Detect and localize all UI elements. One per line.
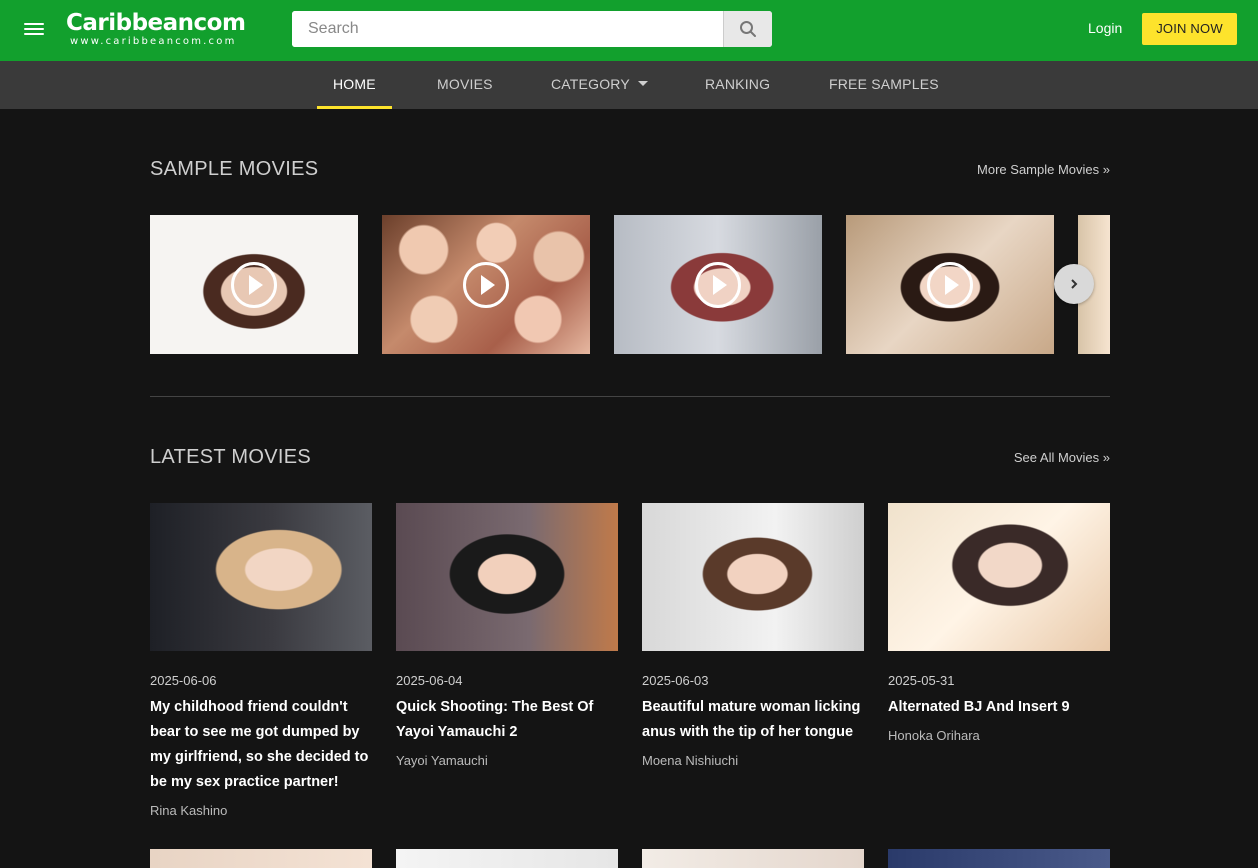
movie-title-block: Beautiful mature woman licking anus with… bbox=[642, 695, 864, 773]
play-circle-icon bbox=[695, 261, 741, 308]
caret-down-icon bbox=[637, 80, 648, 86]
sample-movie-thumb[interactable] bbox=[382, 215, 590, 354]
movie-title-block: Quick Shooting: The Best Of Yayoi Yamauc… bbox=[396, 695, 618, 773]
actress-name[interactable]: Honoka Orihara bbox=[888, 723, 1110, 748]
carousel-next-button[interactable] bbox=[1054, 264, 1094, 304]
nav-category[interactable]: CATEGORY bbox=[551, 61, 648, 109]
search-button[interactable] bbox=[723, 11, 772, 47]
actress-name[interactable]: Rina Kashino bbox=[150, 798, 372, 823]
see-all-movies-link[interactable]: See All Movies » bbox=[1014, 450, 1110, 465]
actress-name[interactable]: Moena Nishiuchi bbox=[642, 748, 864, 773]
logo-url: www.caribbeancom.com bbox=[70, 36, 237, 47]
movie-thumbnail[interactable] bbox=[642, 849, 864, 868]
nav-home[interactable]: HOME bbox=[317, 61, 392, 109]
hamburger-menu-icon[interactable] bbox=[24, 21, 44, 37]
movie-title[interactable]: Beautiful mature woman licking anus with… bbox=[642, 699, 860, 740]
movie-title-block: My childhood friend couldn't bear to see… bbox=[150, 695, 372, 823]
movie-date: 2025-05-31 bbox=[888, 673, 955, 688]
movie-title-block: Alternated BJ And Insert 9 Honoka Orihar… bbox=[888, 695, 1110, 748]
more-sample-movies-link[interactable]: More Sample Movies » bbox=[977, 162, 1110, 177]
sample-movies-title: SAMPLE MOVIES bbox=[150, 158, 319, 180]
movie-thumbnail[interactable] bbox=[888, 503, 1110, 651]
main-nav: HOME MOVIES CATEGORY RANKING FREE SAMPLE… bbox=[0, 61, 1258, 109]
movie-thumbnail[interactable] bbox=[888, 849, 1110, 868]
movie-date: 2025-06-04 bbox=[396, 673, 463, 688]
nav-ranking[interactable]: RANKING bbox=[705, 61, 770, 109]
section-divider bbox=[150, 396, 1110, 397]
login-link[interactable]: Login bbox=[1088, 20, 1122, 36]
play-circle-icon bbox=[927, 261, 973, 308]
latest-movies-title: LATEST MOVIES bbox=[150, 446, 311, 468]
nav-category-label: CATEGORY bbox=[551, 76, 630, 92]
actress-name[interactable]: Yayoi Yamauchi bbox=[396, 748, 618, 773]
movie-date: 2025-06-03 bbox=[642, 673, 709, 688]
nav-movies[interactable]: MOVIES bbox=[437, 61, 493, 109]
movie-thumbnail[interactable] bbox=[642, 503, 864, 651]
sample-movie-thumb[interactable] bbox=[846, 215, 1054, 354]
sample-movie-thumb[interactable] bbox=[150, 215, 358, 354]
search-bar bbox=[292, 11, 772, 47]
logo-text: Caribbeancom bbox=[66, 10, 246, 36]
nav-free-samples[interactable]: FREE SAMPLES bbox=[829, 61, 939, 109]
movie-thumbnail[interactable] bbox=[396, 503, 618, 651]
play-circle-icon bbox=[231, 261, 277, 308]
search-input[interactable] bbox=[292, 11, 723, 47]
sample-movie-thumb[interactable] bbox=[614, 215, 822, 354]
movie-thumbnail[interactable] bbox=[150, 849, 372, 868]
join-now-button[interactable]: JOIN NOW bbox=[1142, 13, 1237, 45]
movie-date: 2025-06-06 bbox=[150, 673, 217, 688]
site-logo[interactable]: Caribbeancom www.caribbeancom.com bbox=[66, 10, 246, 50]
movie-title[interactable]: Alternated BJ And Insert 9 bbox=[888, 699, 1070, 715]
top-header: Caribbeancom www.caribbeancom.com Login … bbox=[0, 0, 1258, 61]
movie-thumbnail[interactable] bbox=[150, 503, 372, 651]
movie-title[interactable]: My childhood friend couldn't bear to see… bbox=[150, 699, 368, 790]
chevron-right-icon bbox=[1071, 279, 1078, 289]
search-icon bbox=[740, 21, 756, 37]
movie-thumbnail[interactable] bbox=[396, 849, 618, 868]
movie-title[interactable]: Quick Shooting: The Best Of Yayoi Yamauc… bbox=[396, 699, 593, 740]
play-circle-icon bbox=[463, 261, 509, 308]
